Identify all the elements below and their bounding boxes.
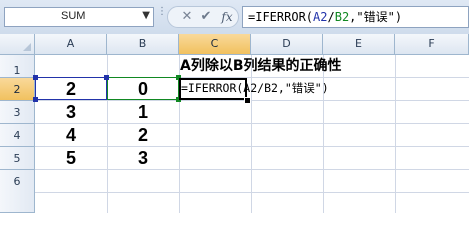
formula-suffix: ,"错误") <box>349 10 403 24</box>
chevron-down-icon[interactable]: ▼ <box>142 10 150 21</box>
column-header-a[interactable]: A <box>35 34 107 54</box>
select-all-triangle-icon <box>23 43 31 51</box>
formula-prefix: =IFERROR( <box>248 10 314 24</box>
cell-grid[interactable]: A列除以B列结果的正确性 2 0 3 1 4 2 5 3 =IFERROR(A2… <box>33 55 469 213</box>
grip-handle-icon[interactable]: ⋮ <box>157 7 167 25</box>
cell-a2[interactable]: 2 <box>35 78 107 100</box>
column-header-e[interactable]: E <box>323 34 395 54</box>
cell-a5[interactable]: 5 <box>35 147 107 169</box>
column-header-b[interactable]: B <box>107 34 179 54</box>
cell-b5[interactable]: 3 <box>107 147 179 169</box>
name-box-text: SUM <box>61 10 86 22</box>
cell-b2[interactable]: 0 <box>107 78 179 100</box>
formula-ref-a: A2 <box>313 10 328 24</box>
column-header-c[interactable]: C <box>179 34 251 54</box>
row-header-2[interactable]: 2 <box>0 78 35 101</box>
column-header-d[interactable]: D <box>251 34 323 54</box>
cell-c1[interactable]: A列除以B列结果的正确性 <box>180 55 342 77</box>
cell-c2-editing-text: =IFERROR(A2/B2,"错误") <box>181 81 329 95</box>
checkmark-icon[interactable]: ✔ <box>199 9 213 25</box>
column-headers: A B C D E F <box>0 34 469 55</box>
cell-a3[interactable]: 3 <box>35 101 107 123</box>
cell-b4[interactable]: 2 <box>107 124 179 146</box>
formula-sep: / <box>327 10 335 24</box>
formula-ref-b: B2 <box>334 10 350 24</box>
select-all-corner[interactable] <box>0 34 35 54</box>
row-header-1[interactable]: 1 <box>0 55 35 78</box>
cell-b3[interactable]: 1 <box>107 101 179 123</box>
formula-bar: SUM ▼ ⋮ ✕ ✔ fx =IFERROR(A2/B2,"错误") <box>0 0 469 35</box>
insert-function-button[interactable]: fx <box>218 9 236 25</box>
cell-a4[interactable]: 4 <box>35 124 107 146</box>
column-header-f[interactable]: F <box>395 34 469 54</box>
fill-handle[interactable] <box>244 97 251 104</box>
row-header-3[interactable]: 3 <box>0 101 35 124</box>
formula-input[interactable]: =IFERROR(A2/B2,"错误") <box>242 6 469 28</box>
row-header-6[interactable]: 6 <box>0 170 35 213</box>
row-header-4[interactable]: 4 <box>0 124 35 147</box>
name-box[interactable]: SUM ▼ <box>4 7 154 27</box>
row-header-5[interactable]: 5 <box>0 147 35 170</box>
close-icon[interactable]: ✕ <box>180 9 194 25</box>
formula-bar-buttons: ✕ ✔ fx <box>167 6 239 28</box>
